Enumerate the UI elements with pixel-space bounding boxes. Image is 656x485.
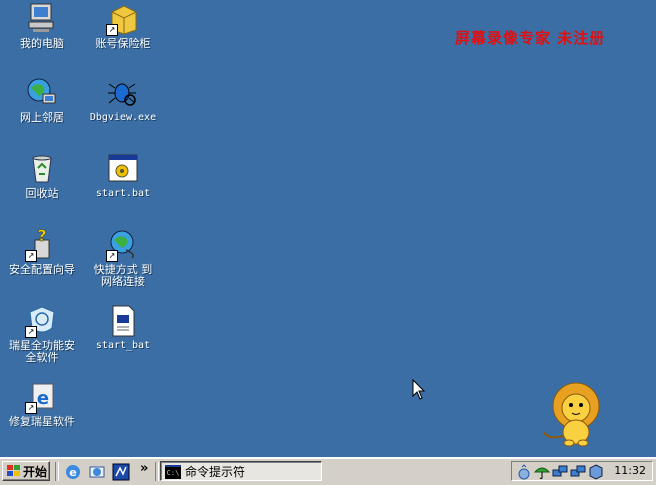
taskbar: 开始 e » C:\ 命令提示符 11:32: [0, 457, 656, 485]
umbrella-tray-icon[interactable]: [534, 464, 550, 480]
dbgview-desktop-icon[interactable]: Dbgview.exe: [81, 76, 165, 124]
internet-explorer-icon: e ↗: [25, 380, 59, 414]
repair-rising-desktop-icon[interactable]: e ↗ 修复瑞星软件: [0, 380, 84, 428]
network-globe-icon: ↗: [106, 228, 140, 262]
network-connections-shortcut-icon[interactable]: ↗ 快捷方式 到 网络连接: [81, 228, 165, 288]
media-player-icon[interactable]: [112, 463, 130, 481]
rising-tray-icon[interactable]: [516, 464, 532, 480]
svg-text:e: e: [69, 466, 76, 479]
safe-box-icon: ↗: [106, 2, 140, 36]
screen-recorder-watermark: 屏幕录像专家 未注册: [455, 29, 606, 47]
outlook-express-icon[interactable]: [88, 463, 106, 481]
text-file-icon: [106, 304, 140, 338]
icon-label: start_bat: [95, 340, 151, 351]
icon-label: 回收站: [25, 187, 59, 200]
icon-label: 快捷方式 到 网络连接: [93, 263, 153, 288]
network-places-desktop-icon[interactable]: 网上邻居: [0, 76, 84, 124]
recycle-bin-icon: [25, 152, 59, 186]
rising-lion-mascot-icon: [543, 382, 600, 447]
system-tray: 11:32: [511, 461, 653, 481]
icon-label: 安全配置向导: [9, 263, 75, 276]
shortcut-arrow-icon: ↗: [25, 326, 37, 338]
settings-tray-icon[interactable]: [588, 464, 604, 480]
icon-label: 我的电脑: [20, 37, 64, 50]
icon-label: 网上邻居: [20, 111, 64, 124]
taskbar-separator: [55, 462, 59, 481]
icon-label: 账号保险柜: [95, 37, 151, 50]
shortcut-arrow-icon: ↗: [106, 250, 118, 262]
windows-logo-icon: [7, 465, 20, 476]
account-safe-desktop-icon[interactable]: ↗ 账号保险柜: [81, 2, 165, 50]
network-connection-tray-icon-2[interactable]: [570, 464, 586, 480]
shortcut-arrow-icon: ↗: [25, 250, 37, 262]
clock[interactable]: 11:32: [614, 462, 646, 480]
icon-label: start.bat: [95, 188, 151, 199]
recycle-bin-desktop-icon[interactable]: 回收站: [0, 152, 84, 200]
bug-icon: [106, 76, 140, 110]
internet-explorer-icon[interactable]: e: [64, 463, 82, 481]
mouse-cursor-icon: [412, 379, 426, 400]
icon-label: 瑞星全功能安全软件: [9, 339, 75, 364]
icon-label: 修复瑞星软件: [9, 415, 75, 428]
network-globe-icon: [25, 76, 59, 110]
shortcut-arrow-icon: ↗: [106, 24, 118, 36]
computer-icon: [25, 2, 59, 36]
task-label: 命令提示符: [185, 465, 246, 479]
start-bat-desktop-icon[interactable]: start.bat: [81, 152, 165, 200]
icon-label: Dbgview.exe: [89, 112, 157, 123]
shortcut-arrow-icon: ↗: [25, 402, 37, 414]
quicklaunch-more-chevron-icon[interactable]: »: [140, 461, 148, 476]
svg-text:?: ?: [37, 228, 46, 245]
start-bat-file-desktop-icon[interactable]: start_bat: [81, 304, 165, 352]
start-label: 开始: [23, 465, 48, 479]
svg-text:e: e: [37, 388, 49, 409]
batch-file-icon: [106, 152, 140, 186]
taskbar-separator: [155, 462, 159, 481]
desktop: 我的电脑 网上邻居 回收站 ? ↗ 安全配置向导 ↗ 瑞星全功能安全软件 e ↗…: [0, 0, 656, 457]
start-button[interactable]: 开始: [2, 461, 50, 481]
task-command-prompt[interactable]: C:\ 命令提示符: [160, 461, 322, 481]
command-prompt-icon: C:\: [165, 465, 181, 479]
my-computer-desktop-icon[interactable]: 我的电脑: [0, 2, 84, 50]
wizard-icon: ? ↗: [25, 226, 59, 262]
rising-shield-icon: ↗: [25, 304, 59, 338]
rising-security-desktop-icon[interactable]: ↗ 瑞星全功能安全软件: [0, 304, 84, 364]
security-wizard-desktop-icon[interactable]: ? ↗ 安全配置向导: [0, 226, 84, 276]
network-connection-tray-icon[interactable]: [552, 464, 568, 480]
